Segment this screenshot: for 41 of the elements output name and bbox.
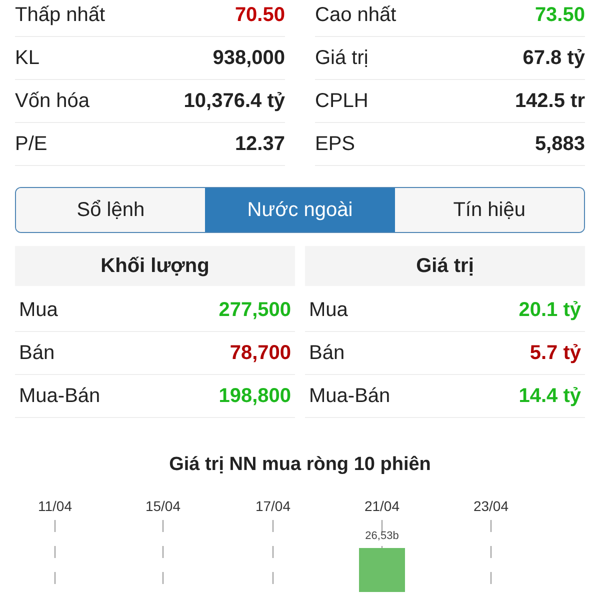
date-label: 21/04 [364, 498, 400, 514]
row-value: 277,500 [218, 298, 291, 322]
stat-value: 142.5 tr [514, 90, 585, 112]
stat-label: Cao nhất [315, 4, 396, 26]
stat-label: KL [15, 46, 40, 70]
row-value: 14.4 tỷ [518, 384, 581, 408]
stat-label: Vốn hóa [15, 90, 90, 112]
bar-value-label: 26,53b [365, 530, 399, 542]
row-label: Mua [19, 298, 58, 322]
date-label: 15/04 [145, 498, 181, 514]
stat-label: Thấp nhất [15, 4, 106, 26]
tab[interactable]: Tín hiệu [394, 188, 584, 232]
row-label: Mua [309, 298, 348, 322]
stat-value: 938,000 [212, 46, 285, 70]
stat-label: EPS [315, 132, 356, 156]
row-label: Mua-Bán [19, 384, 100, 408]
row-value: 5.7 tỷ [530, 342, 581, 364]
date-label: 11/04 [38, 498, 72, 514]
row-label: Bán [309, 342, 345, 364]
stat-label: CPLH [315, 90, 368, 112]
column-header: Giá trị [305, 246, 585, 286]
stat-label: P/E [15, 132, 48, 156]
stat-value: 12.37 [234, 132, 285, 156]
chart-bar [359, 548, 405, 592]
row-label: Mua-Bán [309, 384, 390, 408]
chart-title: Giá trị NN mua ròng 10 phiên [168, 453, 432, 477]
stat-value: 10,376.4 tỷ [184, 90, 285, 112]
row-value: 78,700 [230, 342, 291, 364]
tab[interactable]: Nước ngoài [205, 188, 395, 232]
stat-value: 5,883 [534, 132, 585, 156]
row-value: 20.1 tỷ [518, 298, 581, 322]
row-value: 198,800 [218, 384, 291, 408]
tab[interactable]: Sổ lệnh [16, 188, 206, 232]
stat-value: 70.50 [234, 4, 285, 26]
date-label: 23/04 [473, 498, 509, 514]
row-label: Bán [19, 342, 55, 364]
stat-value: 73.50 [534, 4, 585, 26]
stat-label: Giá trị [315, 46, 368, 70]
column-header: Khối lượng [15, 246, 295, 286]
stat-value: 67.8 tỷ [522, 46, 585, 70]
date-label: 17/04 [255, 498, 291, 514]
